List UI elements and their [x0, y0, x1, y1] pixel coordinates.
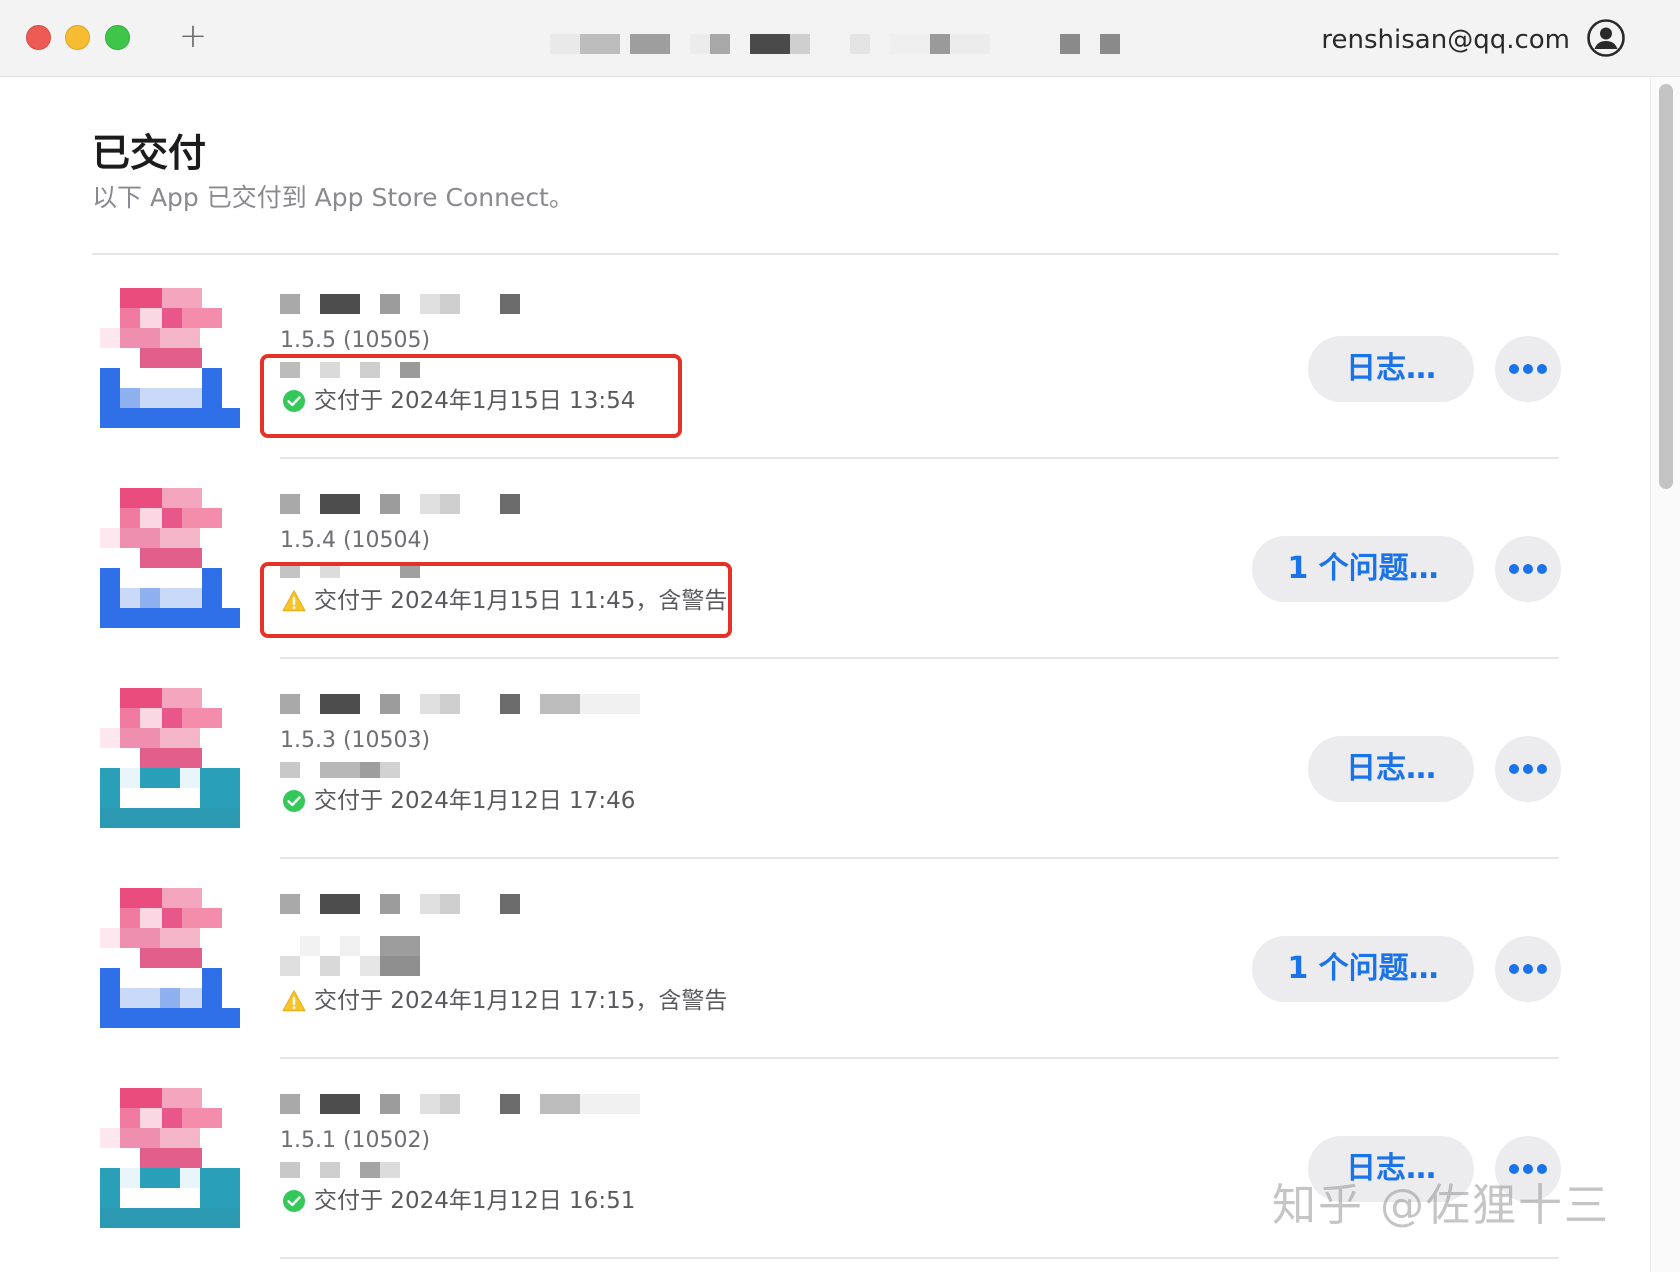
more-options-button[interactable]	[1495, 736, 1561, 802]
bundle-id-pixelated	[280, 762, 400, 778]
status-text: 交付于 2024年1月12日 16:51	[314, 1188, 636, 1214]
ellipsis-icon	[1509, 564, 1547, 574]
version-pixelated	[280, 936, 420, 976]
ellipsis-icon	[1509, 1164, 1547, 1174]
page-subtitle: 以下 App 已交付到 App Store Connect。	[92, 183, 574, 212]
app-name-pixelated	[280, 694, 640, 714]
scrollbar-thumb[interactable]	[1659, 84, 1673, 489]
app-icon	[100, 688, 240, 828]
build-version: 1.5.3 (10503)	[280, 728, 431, 753]
delivery-row: 1.5.3 (10503) 交付于 2024年1月12日 17:46 日志…	[0, 658, 1650, 859]
status-text: 交付于 2024年1月12日 17:15，含警告	[314, 988, 728, 1014]
build-version: 1.5.5 (10505)	[280, 328, 431, 353]
delivery-row: 交付于 2024年1月12日 17:15，含警告 1 个问题…	[0, 858, 1650, 1059]
app-icon	[100, 1088, 240, 1228]
warning-triangle-icon	[282, 990, 306, 1012]
issues-button[interactable]: 1 个问题…	[1252, 936, 1474, 1002]
highlight-annotation-box	[260, 562, 732, 638]
app-icon	[100, 288, 240, 428]
highlight-annotation-box	[260, 354, 682, 438]
logs-button[interactable]: 日志…	[1308, 736, 1474, 802]
minimize-window-button[interactable]	[65, 25, 90, 50]
ellipsis-icon	[1509, 764, 1547, 774]
more-options-button[interactable]	[1495, 536, 1561, 602]
delivery-row: 1.5.4 (10504) 交付于 2024年1月15日 11:45，含警告 1…	[0, 458, 1650, 659]
more-options-button[interactable]	[1495, 336, 1561, 402]
success-check-icon	[283, 790, 305, 812]
title-bar: + renshisan@qq.com	[0, 0, 1680, 77]
maximize-window-button[interactable]	[105, 25, 130, 50]
row-divider	[280, 1257, 1559, 1259]
window-title-pixelated	[550, 34, 1120, 54]
page-title: 已交付	[92, 131, 207, 175]
account-email: renshisan@qq.com	[1321, 25, 1570, 55]
delivery-status: 交付于 2024年1月12日 17:46	[282, 784, 635, 818]
app-window: + renshisan@qq.com 已交付 以下 App 已交付到 App S…	[0, 0, 1680, 1272]
success-check-icon	[283, 1190, 305, 1212]
close-window-button[interactable]	[26, 25, 51, 50]
build-version: 1.5.4 (10504)	[280, 528, 431, 553]
bundle-id-pixelated	[280, 1162, 400, 1178]
app-icon	[100, 488, 240, 628]
app-icon	[100, 888, 240, 1028]
delivery-status: 交付于 2024年1月12日 17:15，含警告	[282, 984, 727, 1018]
delivery-row: 1.5.5 (10505) 交付于 2024年1月15日 13:54 日志…	[0, 258, 1650, 459]
app-name-pixelated	[280, 894, 520, 914]
more-options-button[interactable]	[1495, 936, 1561, 1002]
watermark-text: 知乎 @佐狸十三	[1272, 1180, 1610, 1231]
issues-button[interactable]: 1 个问题…	[1252, 536, 1474, 602]
ellipsis-icon	[1509, 364, 1547, 374]
build-version: 1.5.1 (10502)	[280, 1128, 431, 1153]
ellipsis-icon	[1509, 964, 1547, 974]
app-name-pixelated	[280, 1094, 640, 1114]
add-button[interactable]: +	[176, 16, 210, 56]
app-name-pixelated	[280, 494, 520, 514]
delivery-status: 交付于 2024年1月12日 16:51	[282, 1184, 635, 1218]
app-name-pixelated	[280, 294, 520, 314]
logs-button[interactable]: 日志…	[1308, 336, 1474, 402]
account-icon[interactable]	[1586, 18, 1626, 58]
status-text: 交付于 2024年1月12日 17:46	[314, 788, 636, 814]
header-divider	[92, 253, 1559, 255]
